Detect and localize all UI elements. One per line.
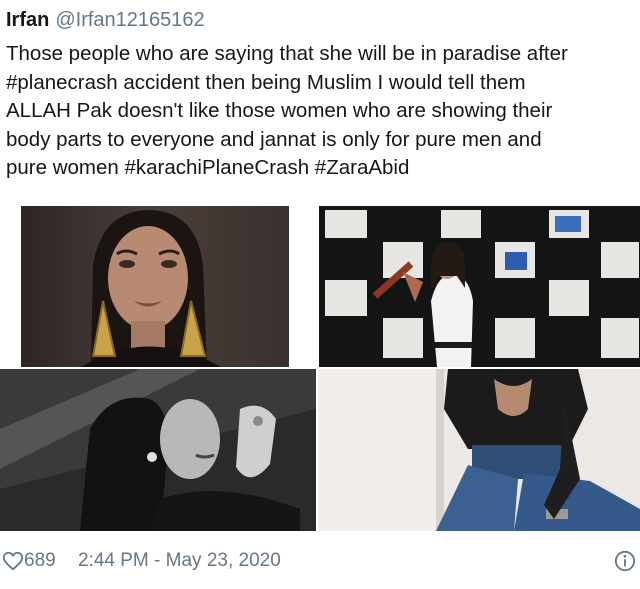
tweet-footer: 689 2:44 PM - May 23, 2020 bbox=[0, 546, 640, 576]
photo-black-and-white-portrait[interactable] bbox=[0, 369, 316, 531]
tweet-timestamp[interactable]: 2:44 PM - May 23, 2020 bbox=[78, 546, 281, 576]
info-icon[interactable] bbox=[614, 550, 636, 572]
photo-black-and-white-portrait-image bbox=[0, 369, 316, 531]
heart-icon[interactable] bbox=[2, 550, 24, 572]
photo-award-event-image bbox=[319, 206, 640, 367]
author-name[interactable]: Irfan bbox=[6, 9, 49, 31]
photo-outfit-image bbox=[318, 369, 640, 531]
like-count: 689 bbox=[24, 550, 56, 571]
photo-portrait-earrings[interactable] bbox=[21, 206, 289, 367]
media-grid bbox=[0, 206, 640, 531]
tweet-text-line: ALLAH Pak doesn't like those women who a… bbox=[6, 99, 553, 122]
tweet-text-line: pure women #karachiPlaneCrash #ZaraAbid bbox=[6, 156, 410, 179]
tweet-text-line: #planecrash accident then being Muslim I… bbox=[6, 70, 526, 94]
author-handle[interactable]: @Irfan12165162 bbox=[55, 9, 204, 31]
tweet-text: Those people who are saying that she wil… bbox=[6, 40, 631, 183]
tweet-text-line: body parts to everyone and jannat is onl… bbox=[6, 127, 542, 151]
photo-award-event[interactable] bbox=[319, 206, 640, 367]
photo-portrait-earrings-image bbox=[21, 206, 289, 367]
tweet-header: Irfan @Irfan12165162 bbox=[6, 8, 205, 32]
photo-outfit[interactable] bbox=[318, 369, 640, 531]
tweet-text-line: Those people who are saying that she wil… bbox=[6, 42, 568, 65]
